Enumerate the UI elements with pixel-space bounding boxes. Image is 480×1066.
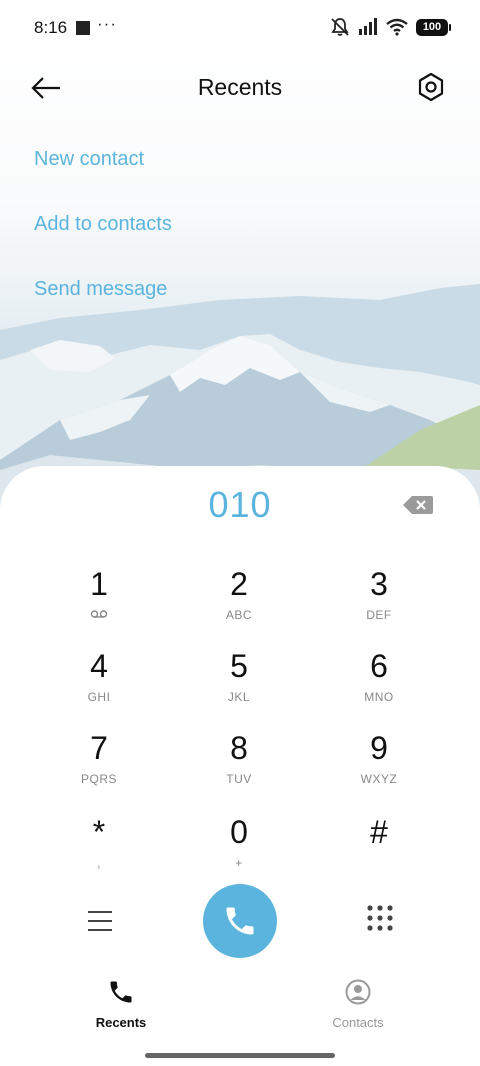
phone-icon <box>110 981 132 1003</box>
key-6[interactable]: 6 MNO <box>309 648 449 720</box>
key-letters: MNO <box>364 690 394 704</box>
send-message-link[interactable]: Send message <box>34 278 167 301</box>
key-digit: 9 <box>370 730 388 766</box>
new-contact-link[interactable]: New contact <box>34 148 144 171</box>
backspace-icon <box>403 496 433 514</box>
phone-icon <box>226 907 254 935</box>
status-bar: 8:16 ··· 100 <box>0 0 480 56</box>
tab-label: Recents <box>95 1015 147 1030</box>
bottom-nav: Recents Contacts <box>0 978 480 1038</box>
key-hash[interactable]: # <box>309 814 449 886</box>
key-letters <box>309 856 449 870</box>
add-to-contacts-link[interactable]: Add to contacts <box>34 213 172 236</box>
backspace-button[interactable] <box>402 494 434 516</box>
hexagon-settings-icon <box>418 72 444 102</box>
key-digit: 6 <box>370 648 388 684</box>
key-3[interactable]: 3 DEF <box>309 566 449 638</box>
page-title: Recents <box>197 74 283 100</box>
key-9[interactable]: 9 WXYZ <box>309 730 449 802</box>
key-digit: 8 <box>230 730 248 766</box>
status-time: 8:16 <box>34 18 68 37</box>
contact-icon <box>345 979 371 1005</box>
signal-icon <box>359 18 377 35</box>
key-digit: * <box>92 814 106 850</box>
key-letters: WXYZ <box>360 772 398 786</box>
key-letters: + <box>235 856 243 870</box>
key-digit: # <box>370 814 388 850</box>
call-button[interactable] <box>203 884 277 958</box>
tab-label: Contacts <box>332 1015 384 1030</box>
key-letters: GHI <box>87 690 111 704</box>
wifi-icon <box>386 18 408 36</box>
notification-icon <box>76 21 90 35</box>
key-5[interactable]: 5 JKL <box>169 648 309 720</box>
key-letters: DEF <box>366 608 392 622</box>
dialpad-icon <box>367 905 393 931</box>
key-2[interactable]: 2 ABC <box>169 566 309 638</box>
key-star[interactable]: * , <box>29 814 169 886</box>
tab-recents[interactable]: Recents <box>61 978 181 1030</box>
key-digit: 7 <box>90 730 108 766</box>
key-letters: ABC <box>225 608 253 622</box>
key-0[interactable]: 0 + <box>169 814 309 886</box>
header: Recents <box>0 60 480 116</box>
key-digit: 1 <box>90 566 108 602</box>
status-icons: 100 <box>330 17 451 37</box>
key-letters: PQRS <box>80 772 117 786</box>
key-digit: 0 <box>230 814 248 850</box>
key-digit: 4 <box>90 648 108 684</box>
key-4[interactable]: 4 GHI <box>29 648 169 720</box>
key-letters: TUV <box>226 772 252 786</box>
key-digit: 3 <box>370 566 388 602</box>
battery-icon: 100 <box>416 18 451 36</box>
key-7[interactable]: 7 PQRS <box>29 730 169 802</box>
key-digit: 2 <box>230 566 248 602</box>
key-letters: JKL <box>227 690 251 704</box>
menu-button[interactable] <box>80 904 120 940</box>
mute-icon <box>331 18 349 36</box>
settings-button[interactable] <box>414 70 448 104</box>
menu-icon <box>88 911 112 931</box>
back-button[interactable] <box>30 72 70 104</box>
dialer-controls <box>0 884 480 960</box>
key-8[interactable]: 8 TUV <box>169 730 309 802</box>
voicemail-icon <box>29 608 169 622</box>
home-indicator[interactable] <box>145 1053 335 1058</box>
arrow-left-icon <box>31 77 60 99</box>
key-letters: , <box>97 856 101 870</box>
key-digit: 5 <box>230 648 248 684</box>
tab-contacts[interactable]: Contacts <box>298 978 418 1030</box>
more-notifications-icon: ··· <box>97 14 117 33</box>
key-1[interactable]: 1 <box>29 566 169 638</box>
dialpad-button[interactable] <box>362 900 398 936</box>
